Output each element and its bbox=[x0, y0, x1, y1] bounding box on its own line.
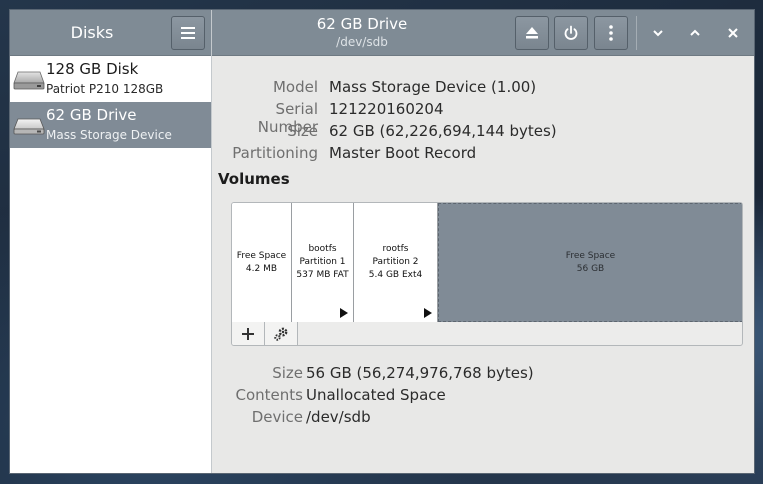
app-menu-button[interactable] bbox=[171, 16, 205, 50]
eject-icon bbox=[526, 27, 538, 39]
power-icon bbox=[564, 25, 578, 40]
eject-button[interactable] bbox=[515, 16, 549, 50]
volume-free-space-small[interactable]: Free Space 4.2 MB bbox=[232, 203, 292, 322]
volume-name: bootfs bbox=[308, 244, 337, 254]
close-button[interactable] bbox=[723, 23, 743, 43]
minimize-button[interactable] bbox=[648, 23, 668, 43]
volume-size: 4.2 MB bbox=[245, 263, 278, 274]
create-partition-button[interactable] bbox=[232, 322, 265, 345]
volumes-graph: Free Space 4.2 MB bootfs Partition 1 537… bbox=[231, 202, 743, 346]
volume-info-label: Device bbox=[251, 408, 303, 426]
header-separator bbox=[636, 16, 637, 50]
volume-partition: Partition 2 bbox=[372, 257, 419, 267]
disks-window: Disks 62 GB Drive /dev/sdb 128 GB Disk P… bbox=[9, 9, 755, 474]
info-label: Size bbox=[287, 122, 318, 140]
disk-list-item-128gb[interactable]: 128 GB Disk Patriot P210 128GB bbox=[10, 56, 211, 102]
volume-info-label: Size bbox=[272, 364, 303, 382]
volume-info-value: Unallocated Space bbox=[306, 386, 446, 404]
volume-info-value: /dev/sdb bbox=[306, 408, 371, 426]
volume-name: rootfs bbox=[382, 244, 409, 254]
gears-icon bbox=[274, 327, 288, 341]
volume-size: 5.4 GB Ext4 bbox=[368, 270, 423, 280]
maximize-button[interactable] bbox=[685, 23, 705, 43]
drive-device-path: /dev/sdb bbox=[336, 35, 388, 49]
info-value: 62 GB (62,226,694,144 bytes) bbox=[329, 122, 557, 140]
volume-info-label: Contents bbox=[235, 386, 303, 404]
disk-list-item-62gb[interactable]: 62 GB Drive Mass Storage Device bbox=[10, 102, 211, 148]
header-title-group: 62 GB Drive /dev/sdb bbox=[212, 14, 512, 50]
disk-list-sidebar: 128 GB Disk Patriot P210 128GB 62 GB Dri… bbox=[10, 56, 212, 473]
mount-arrow-icon bbox=[340, 308, 348, 318]
add-icon bbox=[242, 328, 254, 340]
volume-partition: Partition 1 bbox=[299, 257, 346, 267]
volume-size: 537 MB FAT bbox=[296, 270, 349, 280]
drive-details-pane: Model Mass Storage Device (1.00) Serial … bbox=[212, 56, 754, 473]
volume-name: Free Space bbox=[565, 250, 616, 261]
volumes-heading: Volumes bbox=[218, 170, 290, 188]
volume-info-value: 56 GB (56,274,976,768 bytes) bbox=[306, 364, 534, 382]
info-label: Model bbox=[272, 78, 318, 96]
header-bar: Disks 62 GB Drive /dev/sdb bbox=[10, 10, 754, 56]
usb-drive-icon bbox=[13, 118, 45, 135]
volume-size: 56 GB bbox=[576, 263, 605, 274]
drive-title: 62 GB Drive bbox=[316, 15, 408, 33]
volume-name: Free Space bbox=[236, 250, 287, 261]
hamburger-menu-icon bbox=[181, 27, 195, 39]
info-value: 121220160204 bbox=[329, 100, 444, 118]
disk-model: Mass Storage Device bbox=[46, 128, 172, 142]
maximize-chevron-up-icon bbox=[690, 29, 700, 36]
hard-disk-icon bbox=[13, 71, 45, 90]
close-icon bbox=[728, 28, 738, 38]
disk-name: 62 GB Drive bbox=[46, 106, 137, 124]
power-off-button[interactable] bbox=[554, 16, 588, 50]
volume-bootfs[interactable]: bootfs Partition 1 537 MB FAT bbox=[292, 203, 354, 322]
info-label: Partitioning bbox=[232, 144, 318, 162]
volume-free-space-selected[interactable]: Free Space 56 GB bbox=[438, 203, 742, 322]
volumes-strip: Free Space 4.2 MB bootfs Partition 1 537… bbox=[232, 203, 742, 322]
info-value: Master Boot Record bbox=[329, 144, 477, 162]
volume-rootfs[interactable]: rootfs Partition 2 5.4 GB Ext4 bbox=[354, 203, 438, 322]
disk-model: Patriot P210 128GB bbox=[46, 82, 164, 96]
disk-name: 128 GB Disk bbox=[46, 60, 139, 78]
volume-toolbar bbox=[232, 322, 742, 345]
more-vertical-icon bbox=[609, 25, 613, 41]
info-value: Mass Storage Device (1.00) bbox=[329, 78, 537, 96]
additional-partition-options-button[interactable] bbox=[265, 322, 298, 345]
mount-arrow-icon bbox=[424, 308, 432, 318]
minimize-chevron-down-icon bbox=[653, 30, 663, 37]
drive-menu-button[interactable] bbox=[594, 16, 628, 50]
sidebar-header: Disks bbox=[10, 10, 212, 56]
